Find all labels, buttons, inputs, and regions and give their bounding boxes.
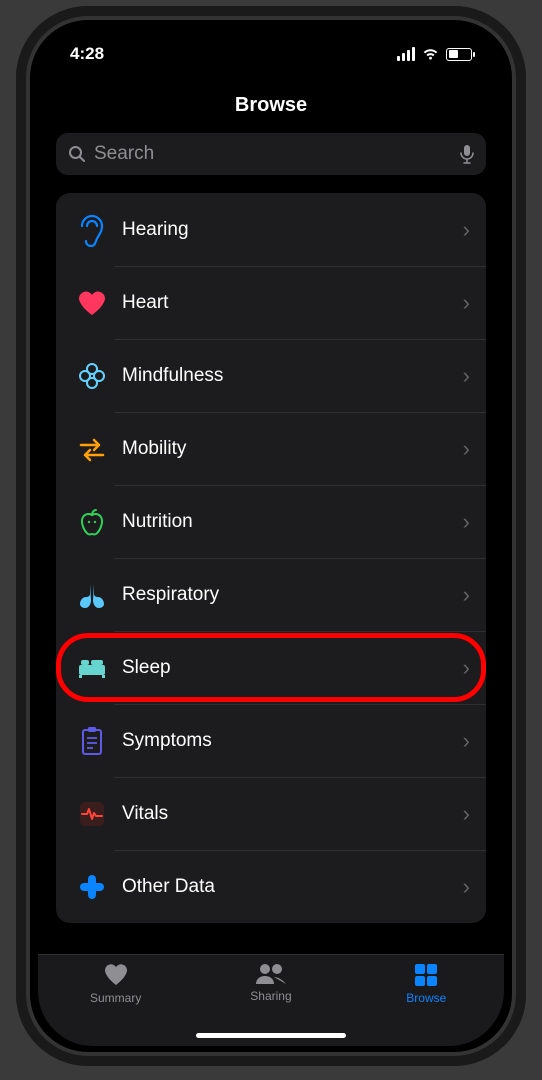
category-label: Symptoms: [114, 730, 463, 752]
tab-browse[interactable]: Browse: [366, 963, 486, 1005]
category-row-other-data[interactable]: Other Data ›: [56, 850, 486, 923]
chevron-right-icon: ›: [463, 436, 470, 462]
heart-icon: [70, 289, 114, 317]
chevron-right-icon: ›: [463, 363, 470, 389]
screen: 4:28 Browse Heari: [38, 26, 504, 1046]
category-row-nutrition[interactable]: Nutrition ›: [56, 485, 486, 558]
category-label: Nutrition: [114, 511, 463, 533]
home-indicator[interactable]: [196, 1033, 346, 1038]
other-data-icon: [70, 873, 114, 901]
status-right: [397, 47, 472, 61]
chevron-right-icon: ›: [463, 801, 470, 827]
tab-summary[interactable]: Summary: [56, 963, 176, 1005]
vitals-icon: [70, 800, 114, 828]
cellular-signal-icon: [397, 47, 415, 61]
tab-label: Browse: [406, 991, 446, 1005]
symptoms-icon: [70, 726, 114, 756]
heart-filled-icon: [103, 963, 129, 987]
tab-sharing[interactable]: Sharing: [211, 963, 331, 1003]
category-label: Mobility: [114, 438, 463, 460]
tab-label: Summary: [90, 991, 141, 1005]
grid-icon: [414, 963, 438, 987]
category-label: Mindfulness: [114, 365, 463, 387]
nutrition-icon: [70, 507, 114, 537]
respiratory-icon: [70, 581, 114, 609]
phone-frame: 4:28 Browse Heari: [16, 6, 526, 1066]
category-label: Sleep: [114, 657, 463, 679]
chevron-right-icon: ›: [463, 290, 470, 316]
category-label: Other Data: [114, 876, 463, 898]
chevron-right-icon: ›: [463, 582, 470, 608]
category-row-vitals[interactable]: Vitals ›: [56, 777, 486, 850]
nav-header: Browse: [38, 82, 504, 129]
chevron-right-icon: ›: [463, 655, 470, 681]
category-row-symptoms[interactable]: Symptoms ›: [56, 704, 486, 777]
chevron-right-icon: ›: [463, 874, 470, 900]
category-label: Hearing: [114, 219, 463, 241]
chevron-right-icon: ›: [463, 509, 470, 535]
category-label: Vitals: [114, 803, 463, 825]
status-time: 4:28: [70, 44, 104, 64]
category-row-mindfulness[interactable]: Mindfulness ›: [56, 339, 486, 412]
search-input[interactable]: [94, 143, 452, 165]
tab-label: Sharing: [250, 989, 291, 1003]
content-area: Hearing › Heart › Mindfulness ›: [38, 175, 504, 954]
chevron-right-icon: ›: [463, 728, 470, 754]
people-icon: [255, 963, 287, 985]
category-row-mobility[interactable]: Mobility ›: [56, 412, 486, 485]
category-row-hearing[interactable]: Hearing ›: [56, 193, 486, 266]
category-label: Respiratory: [114, 584, 463, 606]
category-row-heart[interactable]: Heart ›: [56, 266, 486, 339]
microphone-icon[interactable]: [460, 144, 474, 164]
search-bar[interactable]: [56, 133, 486, 175]
mindfulness-icon: [70, 361, 114, 391]
search-icon: [68, 145, 86, 163]
mobility-icon: [70, 434, 114, 464]
category-row-respiratory[interactable]: Respiratory ›: [56, 558, 486, 631]
chevron-right-icon: ›: [463, 217, 470, 243]
battery-icon: [446, 48, 472, 61]
category-list: Hearing › Heart › Mindfulness ›: [56, 193, 486, 923]
sleep-icon: [70, 657, 114, 679]
wifi-icon: [421, 47, 440, 61]
page-title: Browse: [38, 94, 504, 117]
hearing-icon: [70, 213, 114, 247]
category-label: Heart: [114, 292, 463, 314]
category-row-sleep[interactable]: Sleep ›: [56, 631, 486, 704]
notch: [156, 26, 386, 62]
